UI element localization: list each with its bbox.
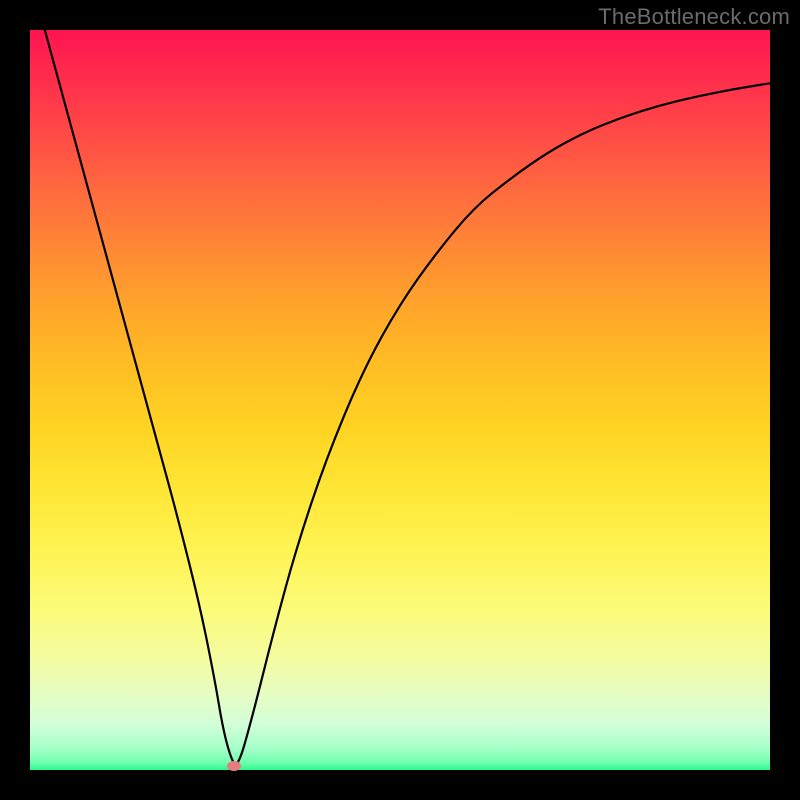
bottleneck-curve	[45, 30, 770, 764]
curve-svg	[30, 30, 770, 770]
watermark-text: TheBottleneck.com	[598, 4, 790, 30]
chart-frame: TheBottleneck.com	[0, 0, 800, 800]
optimal-point-marker	[227, 761, 241, 771]
plot-area	[30, 30, 770, 770]
